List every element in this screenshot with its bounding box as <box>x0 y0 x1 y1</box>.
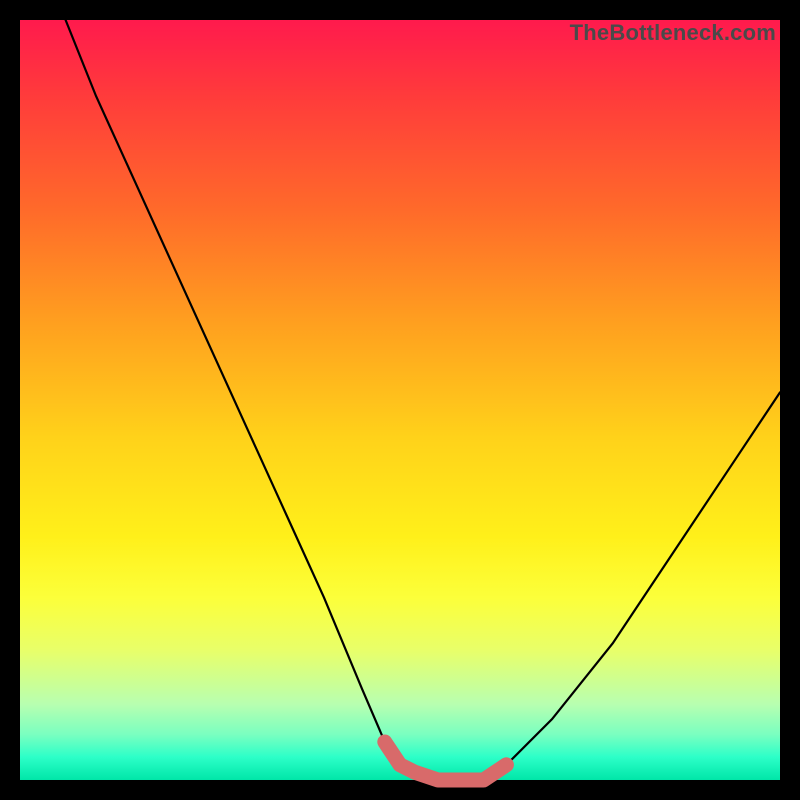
chart-frame: TheBottleneck.com <box>20 20 780 780</box>
watermark-text: TheBottleneck.com <box>570 20 776 46</box>
chart-svg <box>20 20 780 780</box>
optimal-range-marker <box>385 742 507 780</box>
bottleneck-curve <box>66 20 780 780</box>
